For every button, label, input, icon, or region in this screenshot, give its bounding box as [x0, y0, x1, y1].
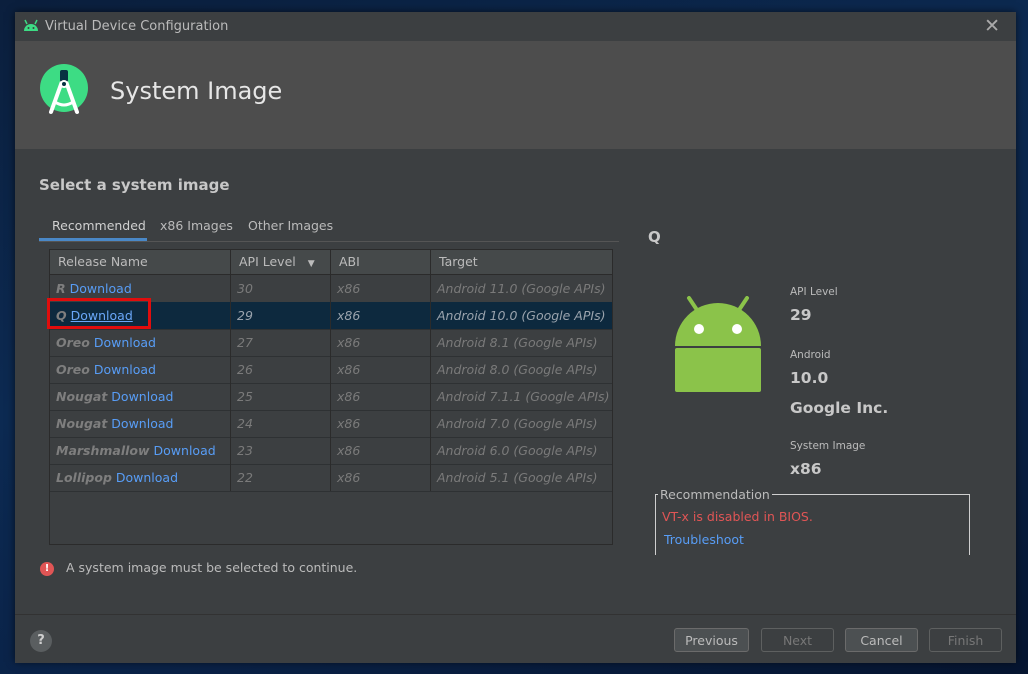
recommendation-title: Recommendation: [658, 487, 772, 502]
system-image-label: System Image: [790, 440, 866, 452]
abi-cell: x86: [331, 464, 431, 491]
abi-cell: x86: [331, 302, 431, 329]
next-button[interactable]: Next: [761, 628, 834, 652]
finish-button[interactable]: Finish: [929, 628, 1002, 652]
release-name-cell: Nougat Download: [50, 410, 231, 437]
dialog-window: Virtual Device Configuration ✕ System Im…: [15, 12, 1016, 663]
highlight-box: [47, 298, 151, 329]
download-link[interactable]: Download: [111, 416, 173, 431]
android-studio-icon: [23, 19, 39, 37]
android-version-label: Android: [790, 349, 831, 361]
release-name: Lollipop: [56, 470, 112, 485]
release-name: Oreo: [56, 362, 90, 377]
validation-message-text: A system image must be selected to conti…: [66, 560, 358, 575]
recommendation-warning: VT-x is disabled in BIOS.: [662, 509, 813, 524]
api-level-value: 29: [790, 306, 812, 324]
target-cell: Android 7.0 (Google APIs): [437, 416, 598, 431]
api-level-cell: 25: [231, 383, 331, 410]
abi-cell: x86: [331, 356, 431, 383]
close-icon[interactable]: ✕: [984, 15, 1000, 37]
api-level-cell: 24: [231, 410, 331, 437]
abi-cell: x86: [331, 275, 431, 302]
release-name-cell: Lollipop Download: [50, 464, 231, 491]
target-cell: Android 8.0 (Google APIs): [437, 362, 598, 377]
validation-message: ! A system image must be selected to cont…: [40, 560, 357, 576]
tab-x86-images[interactable]: x86 Images: [160, 218, 233, 233]
target-cell: Android 10.0 (Google APIs): [437, 308, 606, 323]
dialog-footer: ? Previous Next Cancel Finish: [15, 614, 1016, 663]
troubleshoot-link[interactable]: Troubleshoot: [664, 532, 744, 547]
release-name: Marshmallow: [56, 443, 150, 458]
tab-other-images[interactable]: Other Images: [248, 218, 333, 233]
download-link[interactable]: Download: [116, 470, 178, 485]
release-name-cell: Oreo Download: [50, 356, 231, 383]
target-cell: Android 6.0 (Google APIs): [437, 443, 598, 458]
header-banner: System Image: [15, 41, 1016, 149]
column-api-level-label: API Level: [239, 254, 296, 269]
table-row[interactable]: Marshmallow Download 23 x86 Android 6.0 (Go…: [50, 437, 612, 465]
column-release-name[interactable]: Release Name: [50, 250, 231, 274]
android-studio-logo-icon: [38, 62, 90, 122]
release-name: Nougat: [56, 389, 108, 404]
window-title: Virtual Device Configuration: [45, 19, 229, 34]
download-link[interactable]: Download: [94, 335, 156, 350]
download-link[interactable]: Download: [154, 443, 216, 458]
android-robot-icon: [673, 296, 763, 396]
release-name: Nougat: [56, 416, 108, 431]
title-bar: Virtual Device Configuration ✕: [15, 12, 1016, 41]
api-level-cell: 22: [231, 464, 331, 491]
table-row[interactable]: Oreo Download 26 x86 Android 8.0 (Google AP…: [50, 356, 612, 384]
table-header: Release Name API Level ▼ ABI Target: [50, 250, 612, 275]
tab-recommended[interactable]: Recommended: [52, 218, 146, 233]
column-target[interactable]: Target: [431, 250, 612, 274]
target-cell: Android 5.1 (Google APIs): [437, 470, 598, 485]
section-title: Select a system image: [39, 176, 230, 194]
abi-cell: x86: [331, 383, 431, 410]
abi-cell: x86: [331, 329, 431, 356]
release-name-cell: Oreo Download: [50, 329, 231, 356]
target-cell: Android 7.1.1 (Google APIs): [437, 389, 610, 404]
sort-down-triangle-icon: ▼: [307, 259, 315, 269]
release-name: R: [56, 281, 66, 296]
page-title: System Image: [110, 77, 283, 105]
table-row[interactable]: Nougat Download 25 x86 Android 7.1.1 (Googl…: [50, 383, 612, 411]
previous-button[interactable]: Previous: [674, 628, 749, 652]
api-level-label: API Level: [790, 286, 838, 298]
target-cell: Android 8.1 (Google APIs): [437, 335, 598, 350]
image-tabs: Recommended x86 Images Other Images: [39, 213, 619, 242]
api-level-cell: 23: [231, 437, 331, 464]
api-level-cell: 30: [231, 275, 331, 302]
column-abi[interactable]: ABI: [331, 250, 431, 274]
download-link[interactable]: Download: [111, 389, 173, 404]
api-level-cell: 29: [231, 302, 331, 329]
selected-release-code: Q: [648, 228, 661, 246]
release-name-cell: Nougat Download: [50, 383, 231, 410]
release-name: Oreo: [56, 335, 90, 350]
cancel-button[interactable]: Cancel: [845, 628, 918, 652]
download-link[interactable]: Download: [94, 362, 156, 377]
vendor-value: Google Inc.: [790, 399, 889, 417]
api-level-cell: 27: [231, 329, 331, 356]
active-tab-indicator: [39, 238, 147, 241]
android-version-value: 10.0: [790, 369, 829, 387]
abi-cell: x86: [331, 410, 431, 437]
system-image-table: Release Name API Level ▼ ABI Target R Do…: [49, 249, 613, 545]
error-icon: !: [40, 561, 54, 576]
column-api-level[interactable]: API Level ▼: [231, 250, 331, 274]
target-cell: Android 11.0 (Google APIs): [437, 281, 606, 296]
system-image-value: x86: [790, 460, 822, 478]
abi-cell: x86: [331, 437, 431, 464]
table-row[interactable]: Nougat Download 24 x86 Android 7.0 (Google …: [50, 410, 612, 438]
download-link[interactable]: Download: [70, 281, 132, 296]
table-row[interactable]: Oreo Download 27 x86 Android 8.1 (Google AP…: [50, 329, 612, 357]
help-button[interactable]: ?: [30, 630, 52, 652]
release-name-cell: Marshmallow Download: [50, 437, 231, 464]
api-level-cell: 26: [231, 356, 331, 383]
table-row[interactable]: Lollipop Download 22 x86 Android 5.1 (Googl…: [50, 464, 612, 492]
